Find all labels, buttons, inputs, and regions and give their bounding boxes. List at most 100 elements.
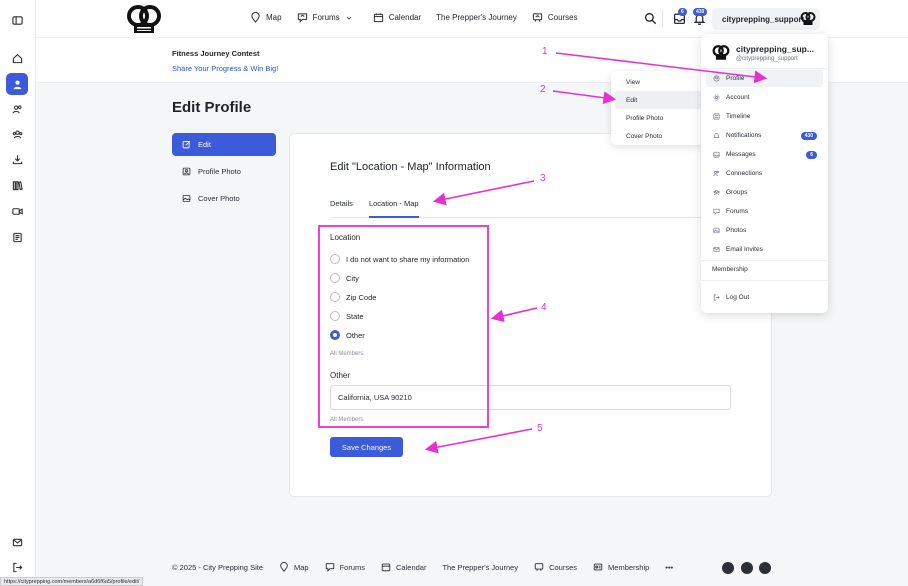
user-menu-messages-label: Messages: [726, 151, 756, 158]
footer-membership[interactable]: Membership: [593, 562, 649, 572]
profile-menu-cover-photo-label: Cover Photo: [198, 194, 240, 203]
avatar: [712, 45, 730, 60]
groups-icon[interactable]: [6, 123, 28, 145]
user-menu-account-label: Account: [726, 94, 750, 101]
footer-membership-label: Membership: [608, 562, 650, 572]
submenu-profile-photo[interactable]: Profile Photo: [615, 109, 702, 127]
annotation-number-5: 5: [537, 423, 543, 434]
dropdown-handle: @cityprepping_support: [736, 56, 798, 62]
city-prepping-logo[interactable]: [126, 4, 162, 34]
footer-map-label: Map: [294, 562, 309, 572]
facebook-icon[interactable]: [722, 562, 734, 574]
video-icon[interactable]: [6, 200, 28, 222]
footer-forums[interactable]: Forums: [325, 562, 365, 572]
nav-courses-label: Courses: [547, 13, 578, 22]
username-label: cityprepping_support: [722, 14, 805, 24]
user-menu-email-invites[interactable]: Email Invites: [706, 241, 823, 258]
submenu-view[interactable]: View: [615, 73, 702, 91]
footer-preppers-journey[interactable]: The Prepper's Journey: [442, 563, 518, 572]
email-icon: [713, 247, 720, 252]
connections-icon: [713, 170, 720, 176]
profile-menu-profile-photo[interactable]: Profile Photo: [172, 160, 276, 183]
courses-icon: [532, 13, 542, 22]
user-menu-photos[interactable]: Photos: [706, 222, 823, 239]
calendar-icon: [373, 13, 383, 23]
form-tabs: Details Location - Map: [330, 196, 732, 218]
notification-count-badge: 430: [693, 8, 708, 16]
profile-icon[interactable]: [6, 73, 28, 95]
nav-map-label: Map: [266, 13, 282, 22]
nav-forums-label: Forums: [312, 13, 340, 22]
footer-forums-label: Forums: [339, 562, 366, 572]
form-heading: Edit "Location - Map" Information: [330, 161, 491, 173]
nav-map[interactable]: Map: [250, 12, 282, 23]
instagram-icon[interactable]: [741, 562, 753, 574]
submenu-cover-photo[interactable]: Cover Photo: [615, 127, 702, 145]
nav-preppers-journey[interactable]: The Prepper's Journey: [436, 13, 517, 22]
map-pin-icon: [251, 12, 260, 23]
user-menu-button[interactable]: cityprepping_support: [712, 8, 820, 30]
user-menu-profile[interactable]: Profile: [706, 70, 823, 87]
user-menu-notifications[interactable]: Notifications 430: [706, 127, 823, 144]
connections-icon[interactable]: [6, 98, 28, 120]
forums-icon: [325, 563, 334, 572]
logout-icon[interactable]: [6, 556, 28, 578]
cover-photo-icon: [182, 195, 191, 202]
save-changes-button[interactable]: Save Changes: [330, 437, 403, 457]
user-menu-groups-label: Groups: [726, 189, 748, 196]
footer-map[interactable]: Map: [279, 562, 309, 572]
user-menu-forums[interactable]: Forums: [706, 203, 823, 220]
submenu-edit[interactable]: Edit: [615, 91, 702, 109]
nav-calendar[interactable]: Calendar: [373, 12, 421, 23]
gear-icon: [713, 94, 720, 101]
main-nav: Map Forums Calendar The Prepper's Journe…: [250, 12, 593, 23]
nav-preppers-journey-label: The Prepper's Journey: [436, 13, 517, 22]
annotation-highlight-box: [318, 225, 489, 428]
annotation-number-2: 2: [540, 84, 546, 95]
banner-title: Fitness Journey Contest: [172, 49, 260, 58]
user-menu-groups[interactable]: Groups: [706, 184, 823, 201]
footer-more-button[interactable]: •••: [665, 563, 673, 572]
footer-courses[interactable]: Courses: [534, 562, 577, 572]
footer-copyright: © 2025 - City Prepping Site: [172, 562, 263, 572]
left-rail: [0, 0, 36, 586]
user-menu-timeline[interactable]: Timeline: [706, 108, 823, 125]
youtube-icon[interactable]: [759, 562, 771, 574]
user-menu-account[interactable]: Account: [706, 89, 823, 106]
profile-menu-edit-label: Edit: [198, 140, 211, 149]
user-menu-logout[interactable]: Log Out: [706, 289, 823, 306]
dropdown-username: cityprepping_sup...: [736, 44, 814, 54]
download-icon[interactable]: [6, 148, 28, 170]
notifications-count-badge: 430: [800, 131, 817, 140]
timeline-icon: [713, 113, 720, 120]
inbox-icon: [713, 151, 720, 158]
user-menu-connections-label: Connections: [726, 170, 763, 177]
search-icon[interactable]: [644, 12, 657, 25]
tab-location-map[interactable]: Location - Map: [368, 196, 419, 218]
forums-icon: [713, 208, 720, 215]
user-menu-membership[interactable]: Membership: [706, 261, 823, 278]
nav-courses[interactable]: Courses: [532, 12, 578, 23]
user-dropdown: cityprepping_sup... @cityprepping_suppor…: [701, 34, 828, 313]
user-menu-connections[interactable]: Connections: [706, 165, 823, 182]
annotation-number-1: 1: [542, 46, 548, 57]
library-icon[interactable]: [6, 174, 28, 196]
edit-icon: [182, 140, 191, 149]
profile-menu-edit[interactable]: Edit: [172, 133, 276, 156]
nav-forums[interactable]: Forums: [297, 12, 358, 23]
page-title: Edit Profile: [172, 99, 252, 116]
footer-courses-label: Courses: [549, 562, 578, 572]
courses-icon: [534, 563, 544, 571]
tab-details[interactable]: Details: [330, 196, 353, 218]
footer-calendar[interactable]: Calendar: [381, 562, 426, 572]
user-icon: [713, 75, 720, 82]
sidebar-toggle-icon[interactable]: [6, 9, 28, 31]
user-menu-email-invites-label: Email Invites: [726, 246, 763, 253]
banner-link[interactable]: Share Your Progress & Win Big!: [172, 64, 278, 73]
profile-menu-cover-photo[interactable]: Cover Photo: [172, 187, 276, 210]
user-menu-messages[interactable]: Messages 6: [706, 146, 823, 163]
home-icon[interactable]: [6, 47, 28, 69]
mail-icon[interactable]: [6, 531, 28, 553]
news-icon[interactable]: [6, 226, 28, 248]
divider: [701, 68, 828, 69]
